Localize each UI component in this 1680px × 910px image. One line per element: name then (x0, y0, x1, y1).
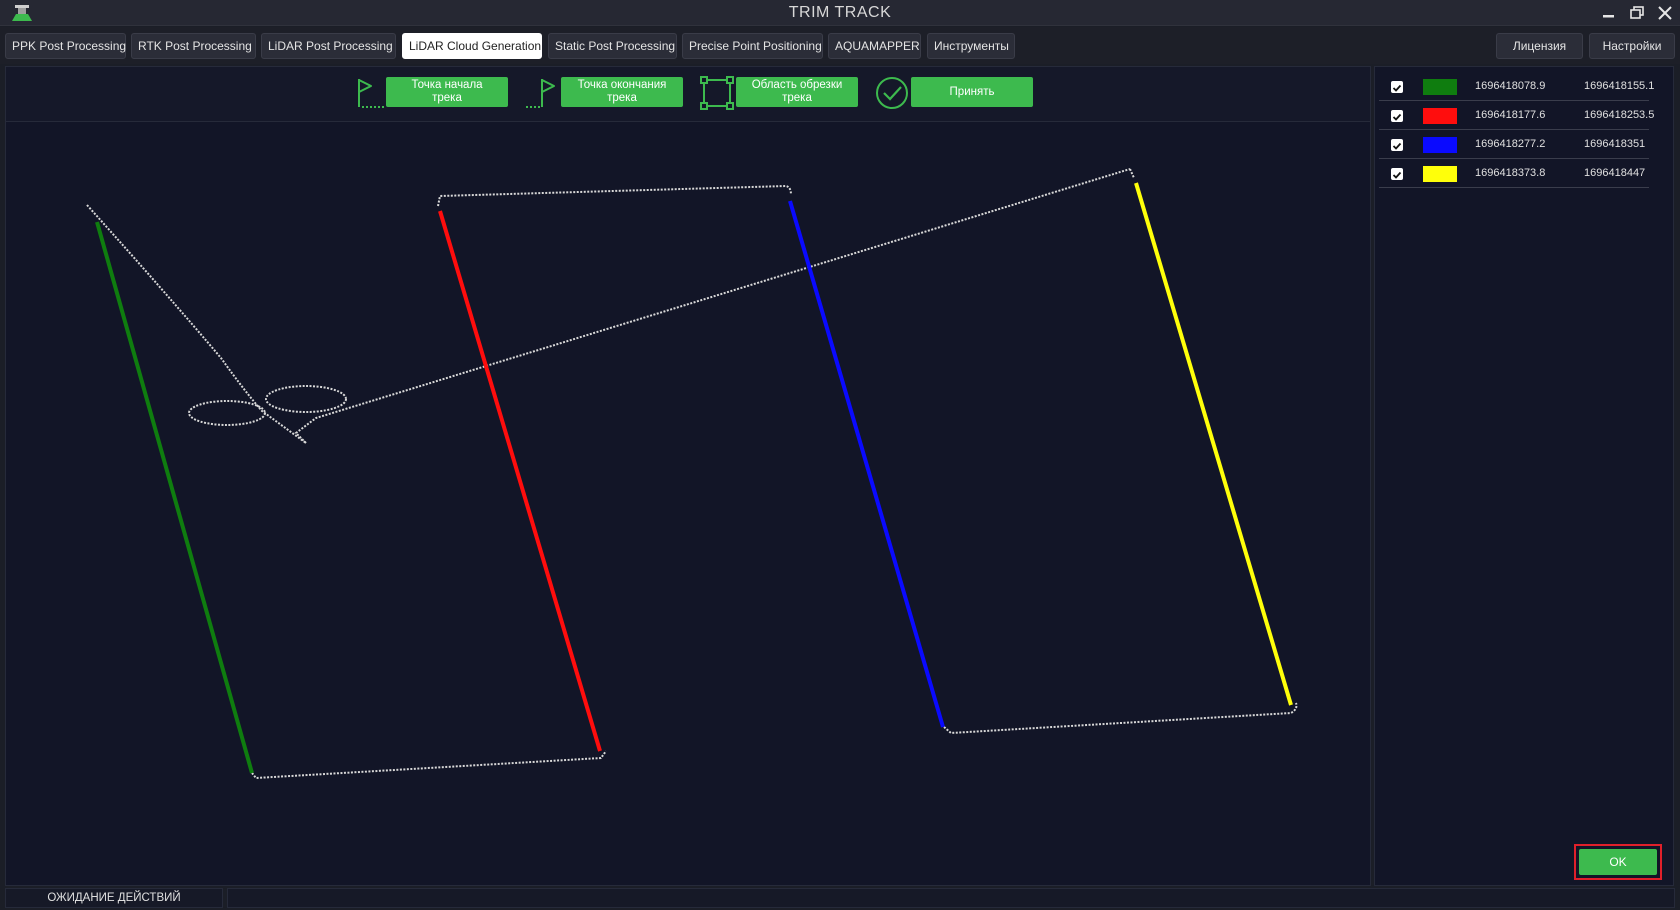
tab-lidar-cloud-generation[interactable]: LiDAR Cloud Generation (402, 33, 542, 59)
title-bar: TRIM TRACK (0, 0, 1680, 26)
status-text: ОЖИДАНИЕ ДЕЙСТВИЙ (5, 888, 223, 908)
tab-aquamapper[interactable]: AQUAMAPPER (828, 33, 921, 59)
track-segment-red (438, 210, 602, 752)
restore-icon[interactable] (1626, 3, 1648, 23)
status-progress-area (227, 888, 1675, 908)
track-segment-yellow (1134, 182, 1293, 706)
track-color-swatch (1423, 166, 1457, 182)
window-title: TRIM TRACK (788, 4, 892, 21)
ok-button-highlight: OK (1574, 844, 1662, 880)
track-end-time: 1696418447 (1584, 167, 1646, 179)
tab-static-post-processing[interactable]: Static Post Processing (548, 33, 677, 59)
track-checkbox[interactable] (1391, 81, 1403, 93)
tab-license[interactable]: Лицензия (1496, 33, 1583, 59)
track-checkbox[interactable] (1391, 110, 1403, 122)
track-toolbar: Точка началатрека Точка окончаниятрека (6, 67, 1370, 122)
flag-end-icon[interactable] (524, 75, 560, 111)
tab-precise-point-positioning[interactable]: Precise Point Positioning (682, 33, 823, 59)
track-start-time: 1696418177.6 (1475, 109, 1546, 121)
tab-ppk-post-processing[interactable]: PPK Post Processing (5, 33, 126, 59)
tab-instruments[interactable]: Инструменты (927, 33, 1015, 59)
track-row: 1696418277.2 1696418351 (1379, 131, 1649, 159)
tab-settings[interactable]: Настройки (1589, 33, 1675, 59)
track-start-time: 1696418277.2 (1475, 138, 1546, 150)
track-segment-blue (788, 200, 945, 728)
status-bar: ОЖИДАНИЕ ДЕЙСТВИЙ (0, 888, 1680, 910)
track-color-swatch (1423, 137, 1457, 153)
track-segment-green (95, 221, 254, 774)
ok-button[interactable]: OK (1579, 849, 1657, 875)
trajectory-path (86, 168, 1298, 780)
track-start-time: 1696418373.8 (1475, 167, 1546, 179)
track-start-time: 1696418078.9 (1475, 80, 1546, 92)
track-end-time: 1696418351 (1584, 138, 1646, 150)
tab-lidar-post-processing[interactable]: LiDAR Post Processing (261, 33, 396, 59)
track-plot[interactable] (6, 123, 1370, 885)
start-point-button[interactable]: Точка начала трека (386, 77, 508, 107)
flag-start-icon[interactable] (351, 75, 387, 111)
track-row: 1696418373.8 1696418447 (1379, 160, 1649, 188)
end-point-button[interactable]: Точка окончания трека (561, 77, 683, 107)
track-canvas-panel: Точка началатрека Точка окончаниятрека (5, 66, 1371, 886)
accept-button[interactable]: Принять (911, 77, 1033, 107)
check-circle-icon[interactable] (874, 75, 910, 111)
track-color-swatch (1423, 108, 1457, 124)
tab-rtk-post-processing[interactable]: RTK Post Processing (131, 33, 256, 59)
minimize-icon[interactable] (1598, 3, 1620, 23)
track-row: 1696418177.6 1696418253.5 (1379, 102, 1654, 130)
crop-area-button[interactable]: Область обрезки трека (736, 77, 858, 107)
track-checkbox[interactable] (1391, 168, 1403, 180)
app-window: TRIM TRACK PPK Post Processing RTK Post … (0, 0, 1680, 910)
track-end-time: 1696418155.1 (1584, 80, 1655, 92)
track-end-time: 1696418253.5 (1584, 109, 1655, 121)
crop-area-icon[interactable] (699, 75, 735, 111)
close-icon[interactable] (1654, 3, 1676, 23)
tab-bar: PPK Post Processing RTK Post Processing … (0, 27, 1680, 64)
track-checkbox[interactable] (1391, 139, 1403, 151)
track-color-swatch (1423, 79, 1457, 95)
track-list-panel: 1696418078.9 1696418155.1 1696418177.6 1… (1374, 66, 1674, 886)
track-row: 1696418078.9 1696418155.1 (1379, 73, 1654, 101)
